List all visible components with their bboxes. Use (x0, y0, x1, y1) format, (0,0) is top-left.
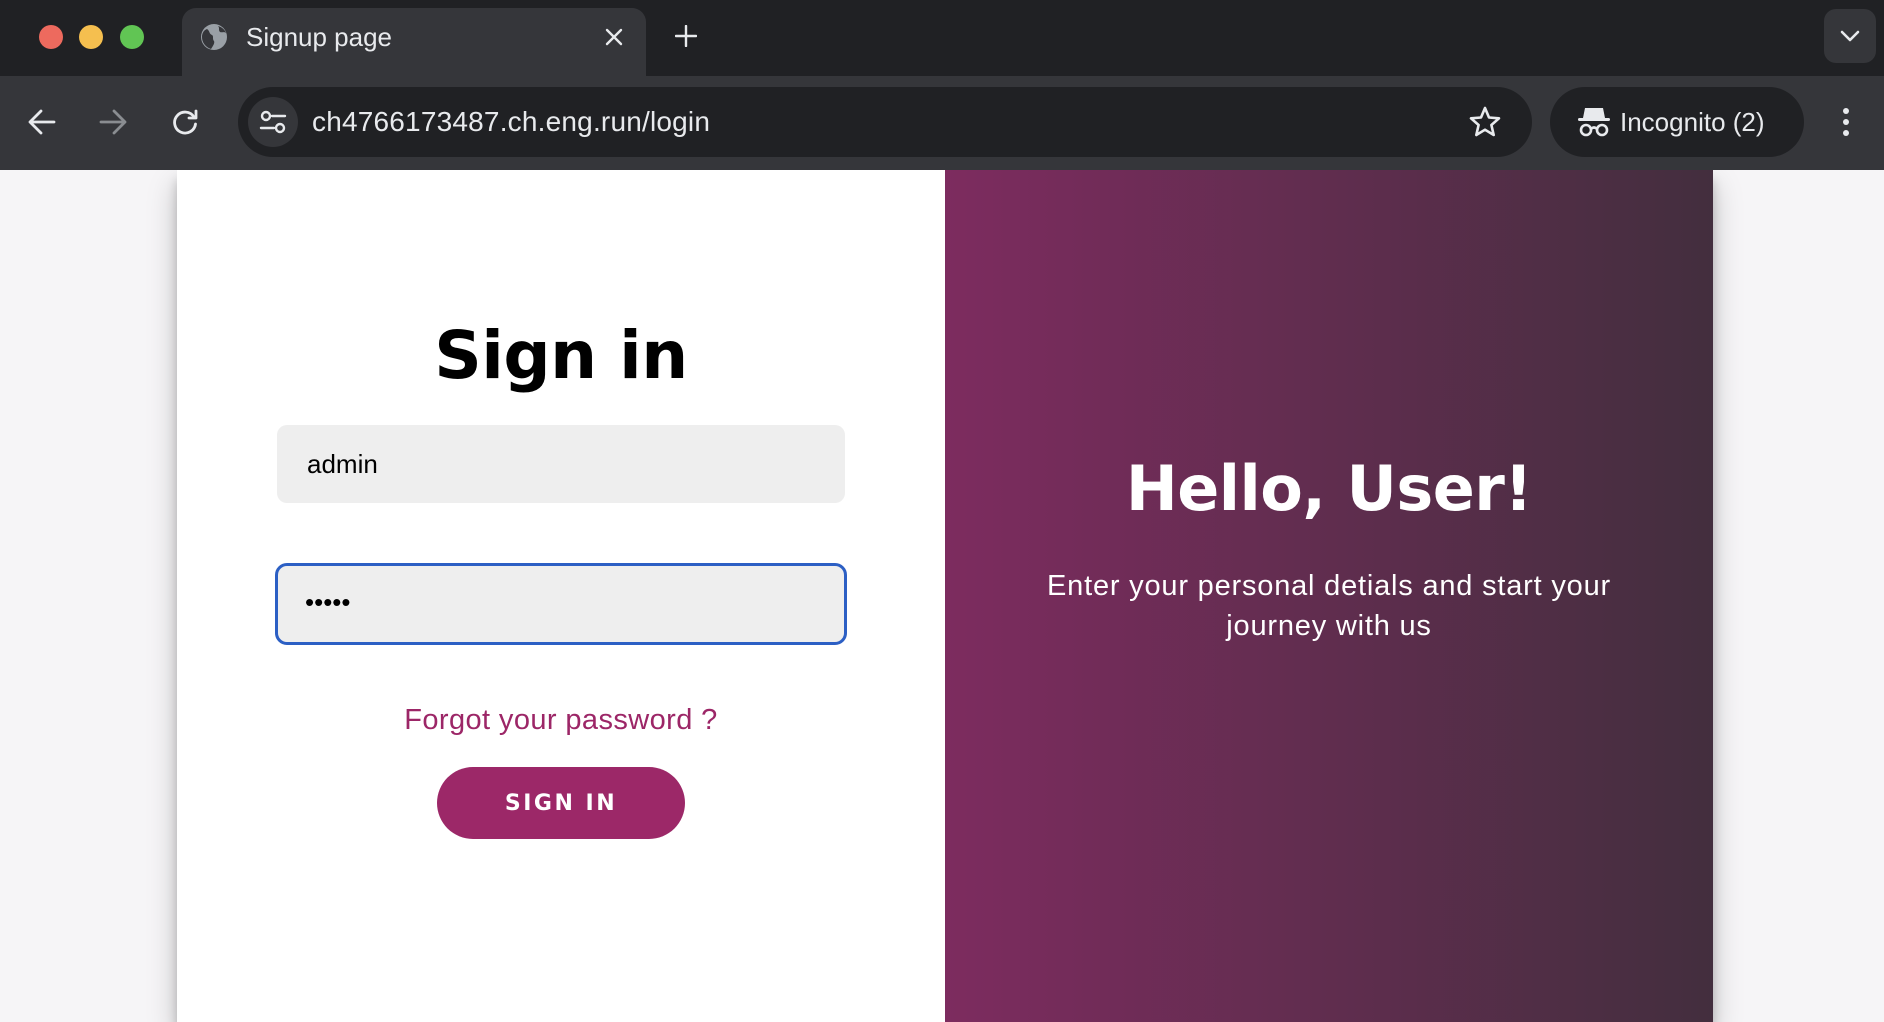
close-window-button[interactable] (39, 25, 63, 49)
login-card: Sign in admin ••••• Forgot your password… (177, 170, 1713, 1022)
close-icon[interactable] (598, 21, 630, 53)
browser-toolbar: ch4766173487.ch.eng.run/login Incognito … (0, 76, 1884, 170)
welcome-title: Hello, User! (1125, 452, 1533, 525)
maximize-window-button[interactable] (120, 25, 144, 49)
sign-in-title: Sign in (434, 317, 688, 394)
more-menu-icon[interactable] (1834, 100, 1858, 144)
reload-icon[interactable] (167, 104, 203, 140)
welcome-subtitle: Enter your personal detials and start yo… (1047, 570, 1611, 642)
forgot-password-link[interactable]: Forgot your password ? (177, 702, 945, 738)
browser-tab[interactable]: Signup page (182, 8, 646, 76)
sign-in-panel: Sign in admin ••••• Forgot your password… (177, 170, 945, 1022)
minimize-window-button[interactable] (79, 25, 103, 49)
tab-title: Signup page (246, 22, 393, 52)
chevron-down-icon (1840, 30, 1860, 42)
tab-strip: Signup page (0, 0, 1884, 76)
globe-icon (201, 24, 227, 50)
incognito-label: Incognito (2) (1620, 107, 1765, 137)
forward-arrow-icon[interactable] (95, 104, 131, 140)
sign-in-button[interactable]: SIGN IN (437, 767, 685, 839)
bookmark-star-icon[interactable] (1466, 103, 1504, 141)
address-bar[interactable]: ch4766173487.ch.eng.run/login (238, 87, 1532, 157)
plus-icon[interactable] (670, 20, 702, 52)
username-field[interactable]: admin (277, 425, 845, 503)
page-viewport: Sign in admin ••••• Forgot your password… (0, 170, 1884, 1022)
password-field[interactable]: ••••• (275, 563, 847, 645)
incognito-profile-button[interactable]: Incognito (2) (1550, 87, 1804, 157)
url-text[interactable]: ch4766173487.ch.eng.run/login (312, 105, 710, 139)
incognito-icon (1578, 108, 1610, 137)
tab-search-button[interactable] (1824, 9, 1876, 63)
welcome-panel: Hello, User! Enter your personal detials… (945, 170, 1713, 1022)
site-settings-icon[interactable] (248, 97, 298, 147)
back-arrow-icon[interactable] (24, 104, 60, 140)
